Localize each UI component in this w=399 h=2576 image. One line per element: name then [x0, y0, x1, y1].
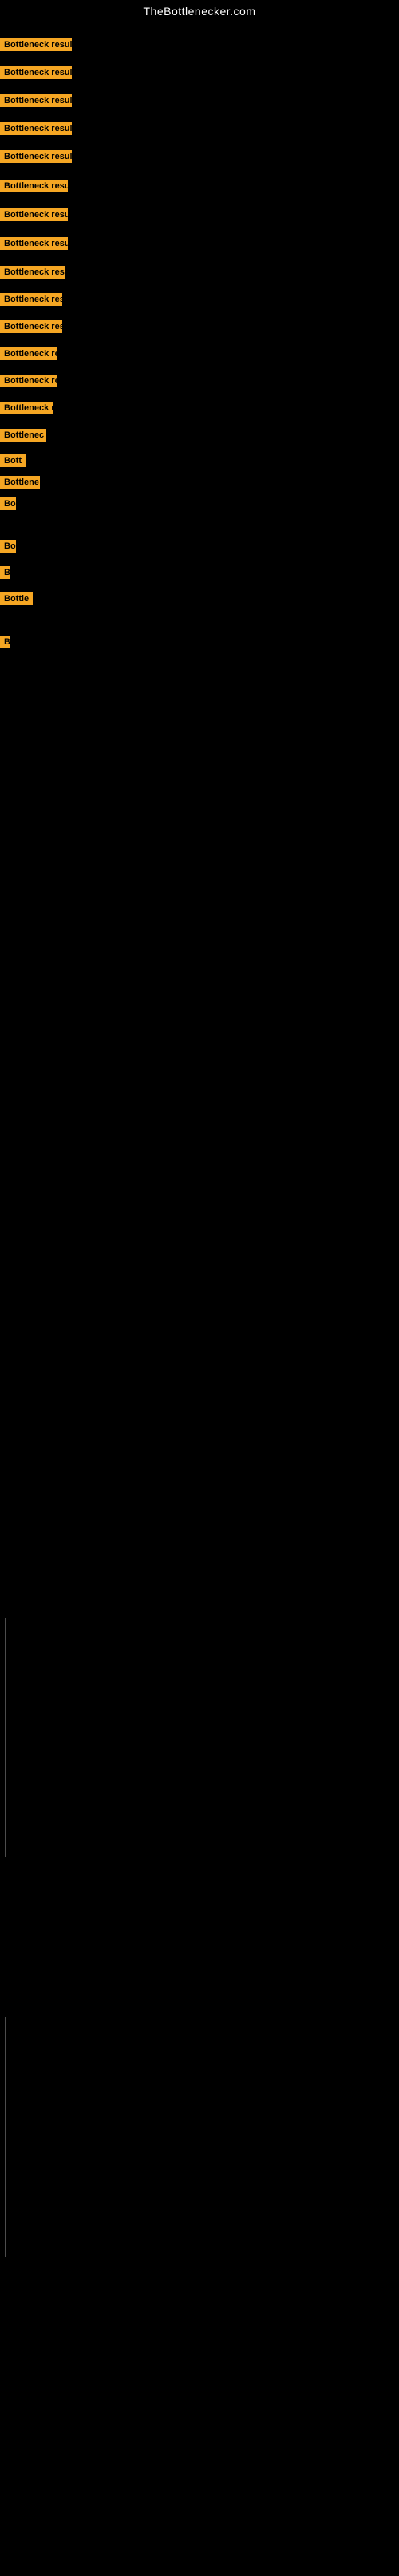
bottleneck-badge-6: Bottleneck result [0, 180, 68, 192]
bottleneck-badge-11: Bottleneck resu [0, 320, 62, 333]
bottleneck-badge-7: Bottleneck result [0, 208, 68, 221]
bottleneck-badge-18: Bo [0, 497, 16, 510]
site-title: TheBottlenecker.com [0, 0, 399, 21]
bottleneck-badge-16: Bott [0, 454, 26, 467]
bottleneck-badge-4: Bottleneck result [0, 122, 72, 135]
bottleneck-badge-13: Bottleneck res [0, 375, 57, 387]
bottleneck-badge-5: Bottleneck result [0, 150, 72, 163]
bottleneck-badge-20: B [0, 566, 10, 579]
bottleneck-badge-1: Bottleneck result [0, 38, 72, 51]
bottleneck-badge-22: B [0, 636, 10, 648]
bottleneck-badge-2: Bottleneck result [0, 66, 72, 79]
bottleneck-badge-9: Bottleneck result [0, 266, 65, 279]
bottleneck-badge-12: Bottleneck res [0, 347, 57, 360]
bottleneck-badge-3: Bottleneck result [0, 94, 72, 107]
bottleneck-badge-14: Bottleneck re [0, 402, 53, 414]
bottleneck-badge-8: Bottleneck result [0, 237, 68, 250]
bottleneck-badge-21: Bottle [0, 592, 33, 605]
bottleneck-badge-19: Bo [0, 540, 16, 553]
bottleneck-badge-10: Bottleneck resu [0, 293, 62, 306]
bottleneck-badge-17: Bottlene [0, 476, 40, 489]
bottleneck-badge-15: Bottlenec [0, 429, 46, 442]
